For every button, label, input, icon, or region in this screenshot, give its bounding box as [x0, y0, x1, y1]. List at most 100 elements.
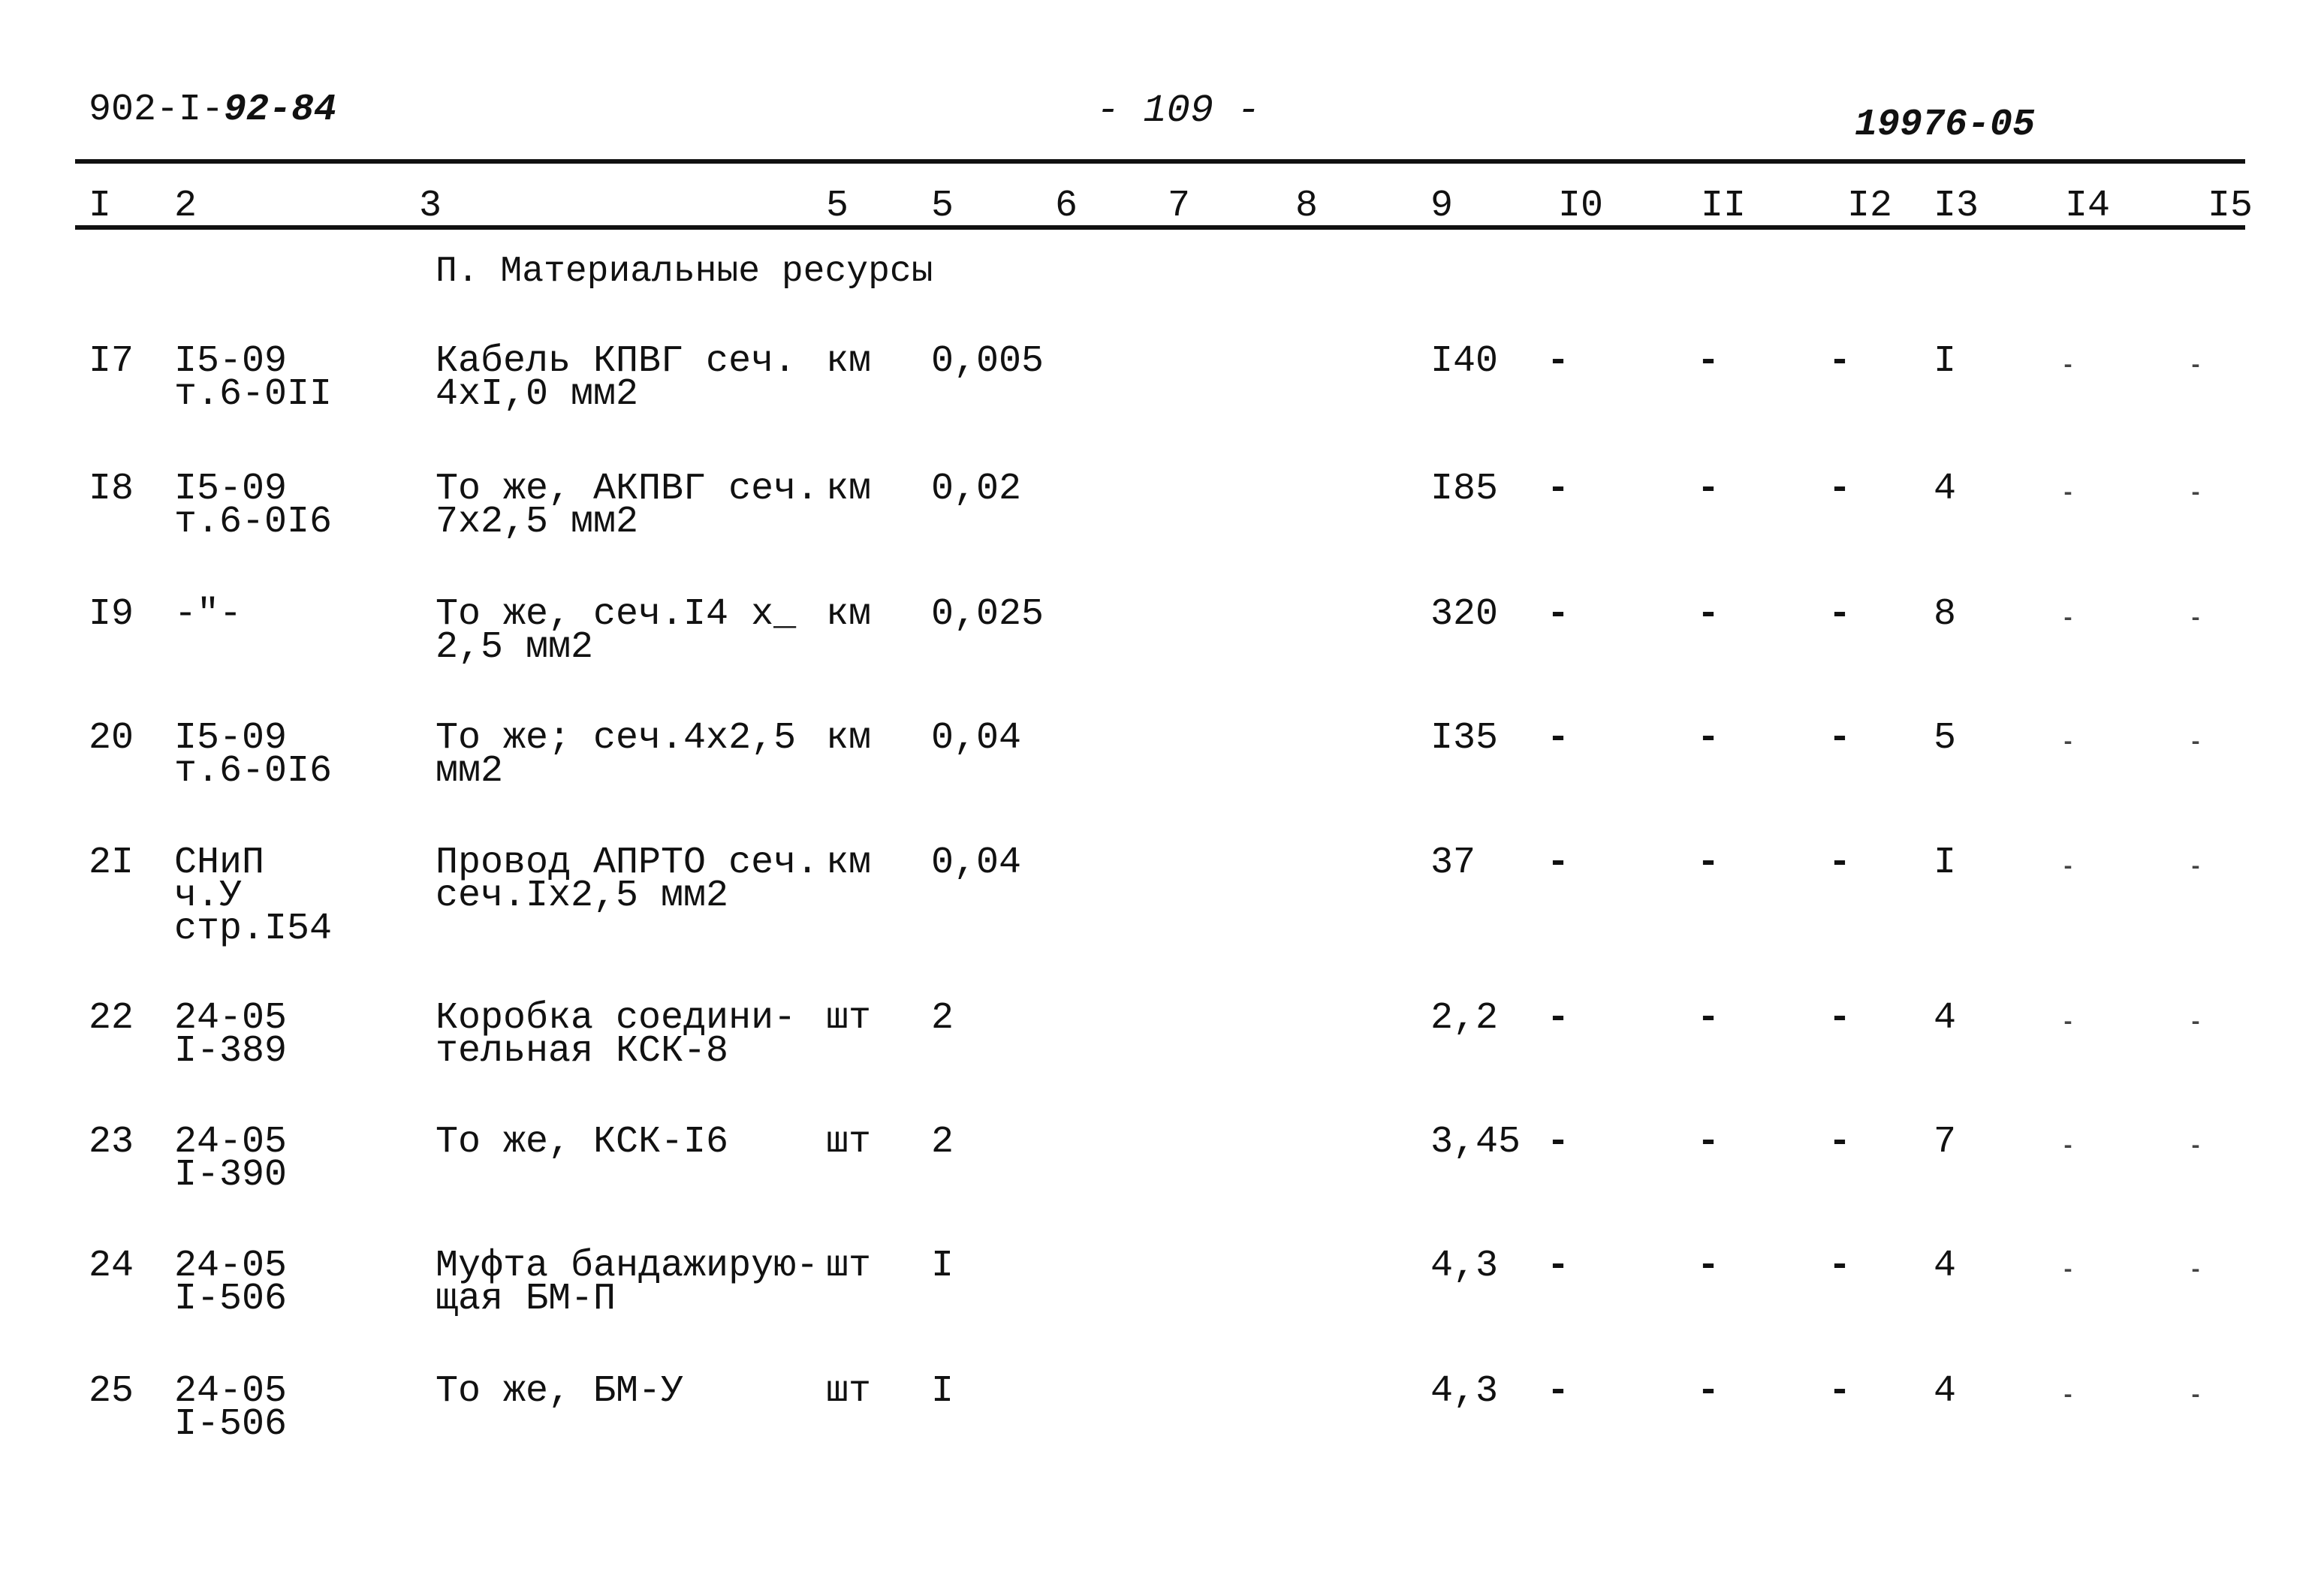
- column-14-value: -: [2061, 730, 2075, 756]
- header-bottom-rule: [75, 225, 2245, 230]
- document-number: 902-I-92-84: [89, 89, 336, 131]
- column-header-col-12: I2: [1847, 185, 1893, 227]
- column-15-value: -: [2189, 730, 2203, 756]
- item-name-line: сеч.Ix2,5 мм2: [436, 875, 729, 917]
- row-number: I7: [89, 340, 134, 383]
- row-number: 22: [89, 997, 134, 1040]
- quantity: 2: [931, 1121, 954, 1164]
- column-9-value: 37: [1430, 842, 1476, 884]
- unit: км: [826, 593, 872, 636]
- column-header-col-7: 7: [1168, 185, 1191, 227]
- unit: км: [826, 468, 872, 510]
- column-14-value: -: [2061, 1384, 2075, 1409]
- column-15-value: -: [2189, 481, 2203, 507]
- column-11-value: -: [1697, 1245, 1720, 1287]
- column-11-value: -: [1697, 340, 1720, 383]
- reference-line: I-390: [174, 1154, 288, 1197]
- column-header-col-8: 8: [1295, 185, 1319, 227]
- reference-line: I-506: [174, 1403, 288, 1446]
- column-9-value: 320: [1430, 593, 1499, 636]
- reference-line: т.6-0I6: [174, 750, 333, 793]
- row-number: 20: [89, 717, 134, 760]
- column-header-col-15: I5: [2208, 185, 2253, 227]
- unit: км: [826, 717, 872, 760]
- item-name-line: То же, КСК-I6: [436, 1121, 729, 1164]
- unit: км: [826, 340, 872, 383]
- column-9-value: 4,3: [1430, 1370, 1499, 1413]
- column-14-value: -: [2061, 607, 2075, 632]
- column-9-value: 3,45: [1430, 1121, 1521, 1164]
- row-number: 25: [89, 1370, 134, 1413]
- column-12-value: -: [1828, 593, 1852, 636]
- quantity: 2: [931, 997, 954, 1040]
- unit: шт: [826, 1245, 872, 1287]
- quantity: 0,02: [931, 468, 1022, 510]
- column-13-value: I: [1934, 842, 1957, 884]
- quantity: 0,04: [931, 717, 1022, 760]
- column-12-value: -: [1828, 717, 1852, 760]
- item-name-line: щая БМ-П: [436, 1278, 616, 1320]
- reference-line: I-389: [174, 1030, 288, 1073]
- column-10-value: -: [1547, 593, 1570, 636]
- column-12-value: -: [1828, 1245, 1852, 1287]
- column-13-value: 4: [1934, 1370, 1957, 1413]
- column-9-value: 2,2: [1430, 997, 1499, 1040]
- column-12-value: -: [1828, 340, 1852, 383]
- column-11-value: -: [1697, 717, 1720, 760]
- reference-line: I-506: [174, 1278, 288, 1320]
- column-header-col-I: I: [89, 185, 112, 227]
- quantity: 0,04: [931, 842, 1022, 884]
- reference-line: -"-: [174, 593, 243, 636]
- reference-line: т.6-0II: [174, 373, 333, 416]
- quantity: I: [931, 1370, 954, 1413]
- column-header-col-14: I4: [2065, 185, 2111, 227]
- column-11-value: -: [1697, 1121, 1720, 1164]
- column-header-col-2: 2: [174, 185, 197, 227]
- column-10-value: -: [1547, 717, 1570, 760]
- quantity: 0,025: [931, 593, 1044, 636]
- column-10-value: -: [1547, 997, 1570, 1040]
- column-15-value: -: [2189, 855, 2203, 881]
- column-header-col-13: I3: [1934, 185, 1979, 227]
- column-10-value: -: [1547, 1370, 1570, 1413]
- header-top-rule: [75, 159, 2245, 164]
- column-14-value: -: [2061, 1010, 2075, 1036]
- column-11-value: -: [1697, 997, 1720, 1040]
- row-number: 2I: [89, 842, 134, 884]
- column-14-value: -: [2061, 354, 2075, 379]
- document-code: 19976-05: [1855, 104, 2036, 146]
- column-9-value: 4,3: [1430, 1245, 1499, 1287]
- column-header-col-5a: 5: [826, 185, 849, 227]
- column-9-value: I35: [1430, 717, 1499, 760]
- page-number: - 109 -: [1096, 89, 1261, 133]
- row-number: 24: [89, 1245, 134, 1287]
- reference-line: т.6-0I6: [174, 501, 333, 544]
- column-10-value: -: [1547, 1245, 1570, 1287]
- column-13-value: 4: [1934, 468, 1957, 510]
- column-12-value: -: [1828, 1370, 1852, 1413]
- document-number-suffix: 92-84: [224, 89, 337, 131]
- column-9-value: I85: [1430, 468, 1499, 510]
- unit: шт: [826, 1121, 872, 1164]
- column-9-value: I40: [1430, 340, 1499, 383]
- column-14-value: -: [2061, 1258, 2075, 1284]
- column-12-value: -: [1828, 1121, 1852, 1164]
- column-10-value: -: [1547, 842, 1570, 884]
- column-header-col-11: II: [1701, 185, 1747, 227]
- column-14-value: -: [2061, 481, 2075, 507]
- column-header-col-5b: 5: [931, 185, 954, 227]
- row-number: I9: [89, 593, 134, 636]
- item-name-line: 7x2,5 мм2: [436, 501, 639, 544]
- column-header-col-10: I0: [1558, 185, 1604, 227]
- item-name-line: мм2: [436, 750, 504, 793]
- reference-line: стр.I54: [174, 908, 333, 950]
- column-header-col-3: 3: [419, 185, 442, 227]
- column-header-col-6: 6: [1055, 185, 1078, 227]
- item-name-line: 2,5 мм2: [436, 626, 594, 669]
- column-14-value: -: [2061, 855, 2075, 881]
- section-title: П. Материальные ресурсы: [436, 251, 933, 292]
- unit: км: [826, 842, 872, 884]
- column-11-value: -: [1697, 842, 1720, 884]
- row-number: 23: [89, 1121, 134, 1164]
- column-12-value: -: [1828, 842, 1852, 884]
